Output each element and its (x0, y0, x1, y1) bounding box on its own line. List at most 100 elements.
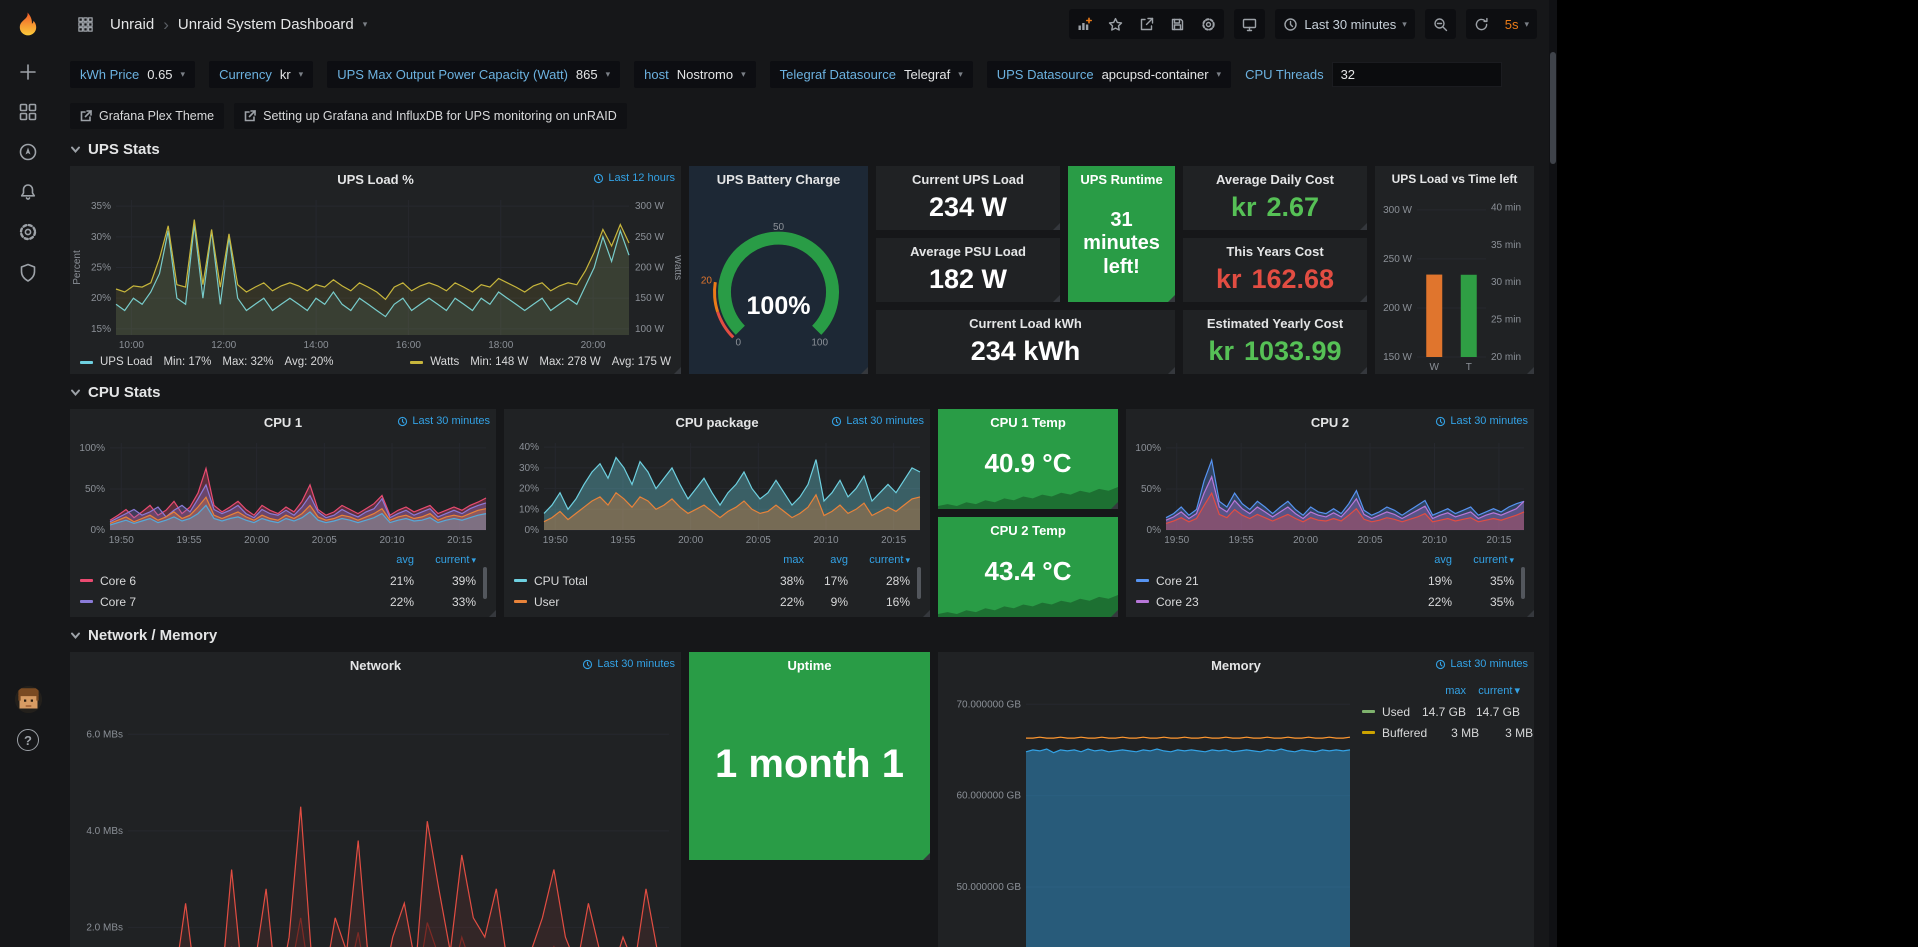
ups-bar-chart[interactable]: 300 W250 W200 W150 W40 min35 min30 min25… (1375, 192, 1534, 374)
cpu1-chart[interactable]: 19:5019:5520:0020:0520:1020:15100%50%0% (70, 435, 496, 547)
panel-title[interactable]: Average Daily Cost (1216, 172, 1334, 187)
dashboard-settings-button[interactable] (1193, 9, 1224, 39)
panel-cpu1: CPU 1 Last 30 minutes 19:5019:5520:0020:… (70, 409, 496, 617)
variable-kwh-price[interactable]: kWh Price 0.65 ▾ (70, 61, 195, 88)
star-icon (1108, 17, 1123, 32)
svg-text:19:55: 19:55 (176, 535, 201, 546)
panel-title[interactable]: CPU 2 Temp (990, 523, 1066, 538)
section-network-memory[interactable]: Network / Memory (70, 627, 1535, 644)
cycle-view-button[interactable] (1234, 9, 1265, 39)
network-memory-row: Network Last 30 minutes 6.0 MBs4.0 MBs2.… (70, 652, 1535, 947)
legend-scrollbar[interactable] (1521, 567, 1525, 599)
legend-scrollbar[interactable] (483, 567, 487, 599)
sidebar-item-configuration[interactable] (0, 212, 56, 252)
cpu2-chart[interactable]: 19:5019:5520:0020:0520:1020:15100%50%0% (1126, 435, 1534, 547)
breadcrumb-org[interactable]: Unraid (110, 16, 154, 33)
section-cpu-stats[interactable]: CPU Stats (70, 384, 1535, 401)
sidebar-item-explore[interactable] (0, 132, 56, 172)
cpu-package-chart[interactable]: 19:5019:5520:0020:0520:1020:1540%30%20%1… (504, 435, 930, 547)
memory-chart[interactable]: 70.000000 GB60.000000 GB50.000000 GB (938, 678, 1362, 947)
refresh-button[interactable] (1466, 9, 1497, 39)
stat-value: 182 W (876, 264, 1060, 303)
svg-text:20:05: 20:05 (312, 535, 337, 546)
ups-stat-grid: Current UPS Load 234 W UPS Runtime 31 mi… (876, 166, 1175, 374)
dashboard-picker-button[interactable] (70, 9, 101, 39)
panel-title[interactable]: Current UPS Load (912, 172, 1024, 187)
panel-title[interactable]: Network (350, 658, 401, 673)
panel-time-override[interactable]: Last 30 minutes (1435, 658, 1528, 670)
svg-text:35 min: 35 min (1491, 240, 1521, 251)
svg-text:15%: 15% (91, 324, 111, 335)
ups-load-chart[interactable]: 10:0012:0014:0016:0018:0020:0035%30%25%2… (70, 192, 681, 352)
legend-scrollbar[interactable] (917, 567, 921, 599)
panel-title[interactable]: Current Load kWh (969, 316, 1082, 331)
svg-text:25 min: 25 min (1491, 315, 1521, 326)
link-ups-monitoring-guide[interactable]: Setting up Grafana and InfluxDB for UPS … (234, 103, 627, 129)
svg-text:20:05: 20:05 (746, 535, 771, 546)
variable-ups-datasource[interactable]: UPS Datasource apcupsd-container ▾ (987, 61, 1231, 88)
panel-time-override[interactable]: Last 30 minutes (582, 658, 675, 670)
legend-series-ups-load[interactable]: UPS Load Min: 17% Max: 32% Avg: 20% (80, 356, 334, 368)
svg-text:20:00: 20:00 (244, 535, 269, 546)
variable-ups-max-output[interactable]: UPS Max Output Power Capacity (Watt) 865… (327, 61, 620, 88)
svg-text:2.0 MBs: 2.0 MBs (86, 922, 123, 933)
help-icon[interactable]: ? (17, 729, 39, 751)
save-dashboard-button[interactable] (1162, 9, 1193, 39)
panel-time-override[interactable]: Last 12 hours (593, 172, 675, 184)
user-avatar[interactable] (15, 686, 42, 713)
variable-telegraf-datasource[interactable]: Telegraf Datasource Telegraf ▾ (770, 61, 973, 88)
section-title: Network / Memory (88, 627, 217, 644)
section-ups-stats[interactable]: UPS Stats (70, 141, 1535, 158)
sidebar-item-server-admin[interactable] (0, 252, 56, 292)
variable-currency[interactable]: Currency kr ▾ (209, 61, 313, 88)
caret-down-icon[interactable]: ▾ (363, 19, 368, 30)
sidebar-item-create[interactable] (0, 52, 56, 92)
add-panel-button[interactable] (1069, 9, 1100, 39)
time-range-picker[interactable]: Last 30 minutes ▾ (1275, 9, 1414, 39)
svg-text:100: 100 (811, 337, 828, 348)
stat-value: kr162.68 (1183, 264, 1367, 303)
panel-title[interactable]: This Years Cost (1226, 244, 1323, 259)
panel-title[interactable]: Memory (1211, 658, 1261, 673)
panel-time-override[interactable]: Last 30 minutes (1435, 415, 1528, 427)
svg-text:20:15: 20:15 (881, 535, 906, 546)
link-grafana-plex-theme[interactable]: Grafana Plex Theme (70, 103, 224, 129)
refresh-interval-picker[interactable]: 5s ▾ (1497, 9, 1537, 39)
sidebar-item-dashboards[interactable] (0, 92, 56, 132)
battery-gauge[interactable]: 01005020100% (689, 192, 868, 374)
zoom-out-time-button[interactable] (1425, 9, 1456, 39)
panel-time-override[interactable]: Last 30 minutes (831, 415, 924, 427)
panel-title[interactable]: Average PSU Load (910, 244, 1026, 259)
grafana-logo[interactable] (0, 0, 56, 52)
caret-down-icon: ▾ (181, 69, 186, 80)
sidebar-item-alerting[interactable] (0, 172, 56, 212)
legend-swatch (1362, 710, 1375, 713)
legend-series-watts[interactable]: Watts Min: 148 W Max: 278 W Avg: 175 W (410, 356, 671, 368)
time-range-label: Last 30 minutes (1304, 17, 1396, 32)
star-dashboard-button[interactable] (1100, 9, 1131, 39)
cpu-threads-input[interactable] (1332, 62, 1502, 87)
network-chart[interactable]: 6.0 MBs4.0 MBs2.0 MBs (70, 678, 681, 947)
panel-title[interactable]: UPS Battery Charge (717, 172, 841, 187)
variable-host[interactable]: host Nostromo ▾ (634, 61, 755, 88)
page-title[interactable]: Unraid System Dashboard (178, 16, 354, 33)
panel-title[interactable]: CPU 1 Temp (990, 415, 1066, 430)
share-dashboard-button[interactable] (1131, 9, 1162, 39)
panel-title[interactable]: CPU 2 (1311, 415, 1349, 430)
caret-down-icon: ▾ (1217, 69, 1222, 80)
svg-text:20%: 20% (519, 484, 539, 495)
panel-average-psu-load: Average PSU Load 182 W (876, 238, 1060, 302)
svg-text:100 W: 100 W (635, 324, 664, 335)
avatar-image-icon (15, 686, 42, 713)
panel-title[interactable]: CPU package (675, 415, 758, 430)
panel-title[interactable]: UPS Load % (337, 172, 414, 187)
page-scrollbar[interactable] (1549, 0, 1557, 947)
page-scrollbar-thumb[interactable] (1550, 52, 1556, 164)
stat-value: 31 minutes left! (1068, 192, 1175, 302)
panel-title[interactable]: UPS Load vs Time left (1392, 172, 1518, 186)
panel-title[interactable]: CPU 1 (264, 415, 302, 430)
panel-title[interactable]: UPS Runtime (1080, 172, 1162, 187)
panel-title[interactable]: Uptime (787, 658, 831, 673)
panel-time-override[interactable]: Last 30 minutes (397, 415, 490, 427)
panel-title[interactable]: Estimated Yearly Cost (1207, 316, 1343, 331)
